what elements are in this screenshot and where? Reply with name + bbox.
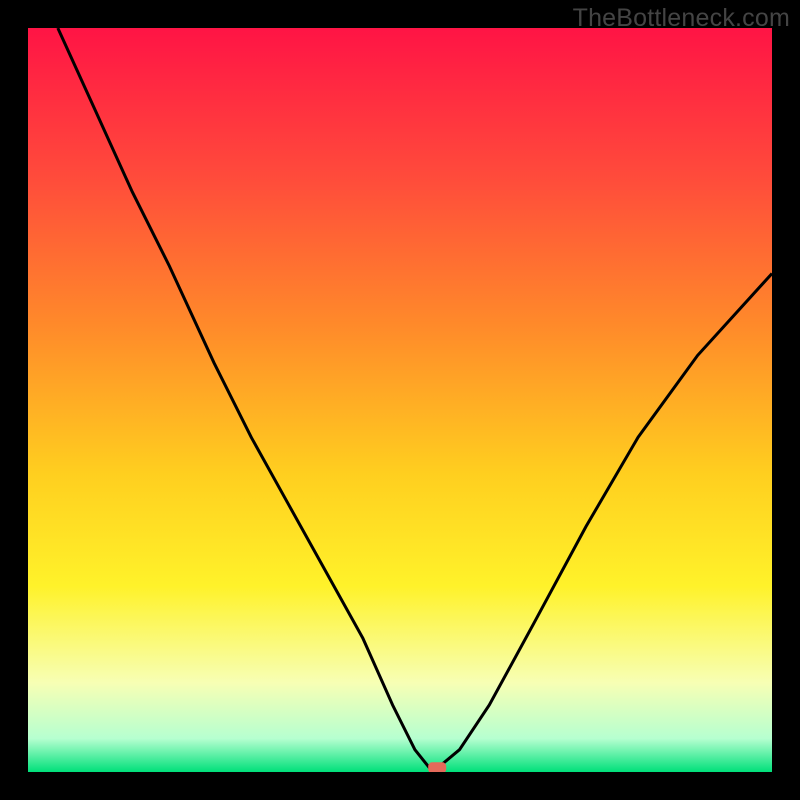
chart-frame: TheBottleneck.com (0, 0, 800, 800)
optimal-point-marker (428, 762, 446, 772)
gradient-background (28, 28, 772, 772)
watermark-text: TheBottleneck.com (573, 4, 790, 33)
plot-area (28, 28, 772, 772)
plot-svg (28, 28, 772, 772)
